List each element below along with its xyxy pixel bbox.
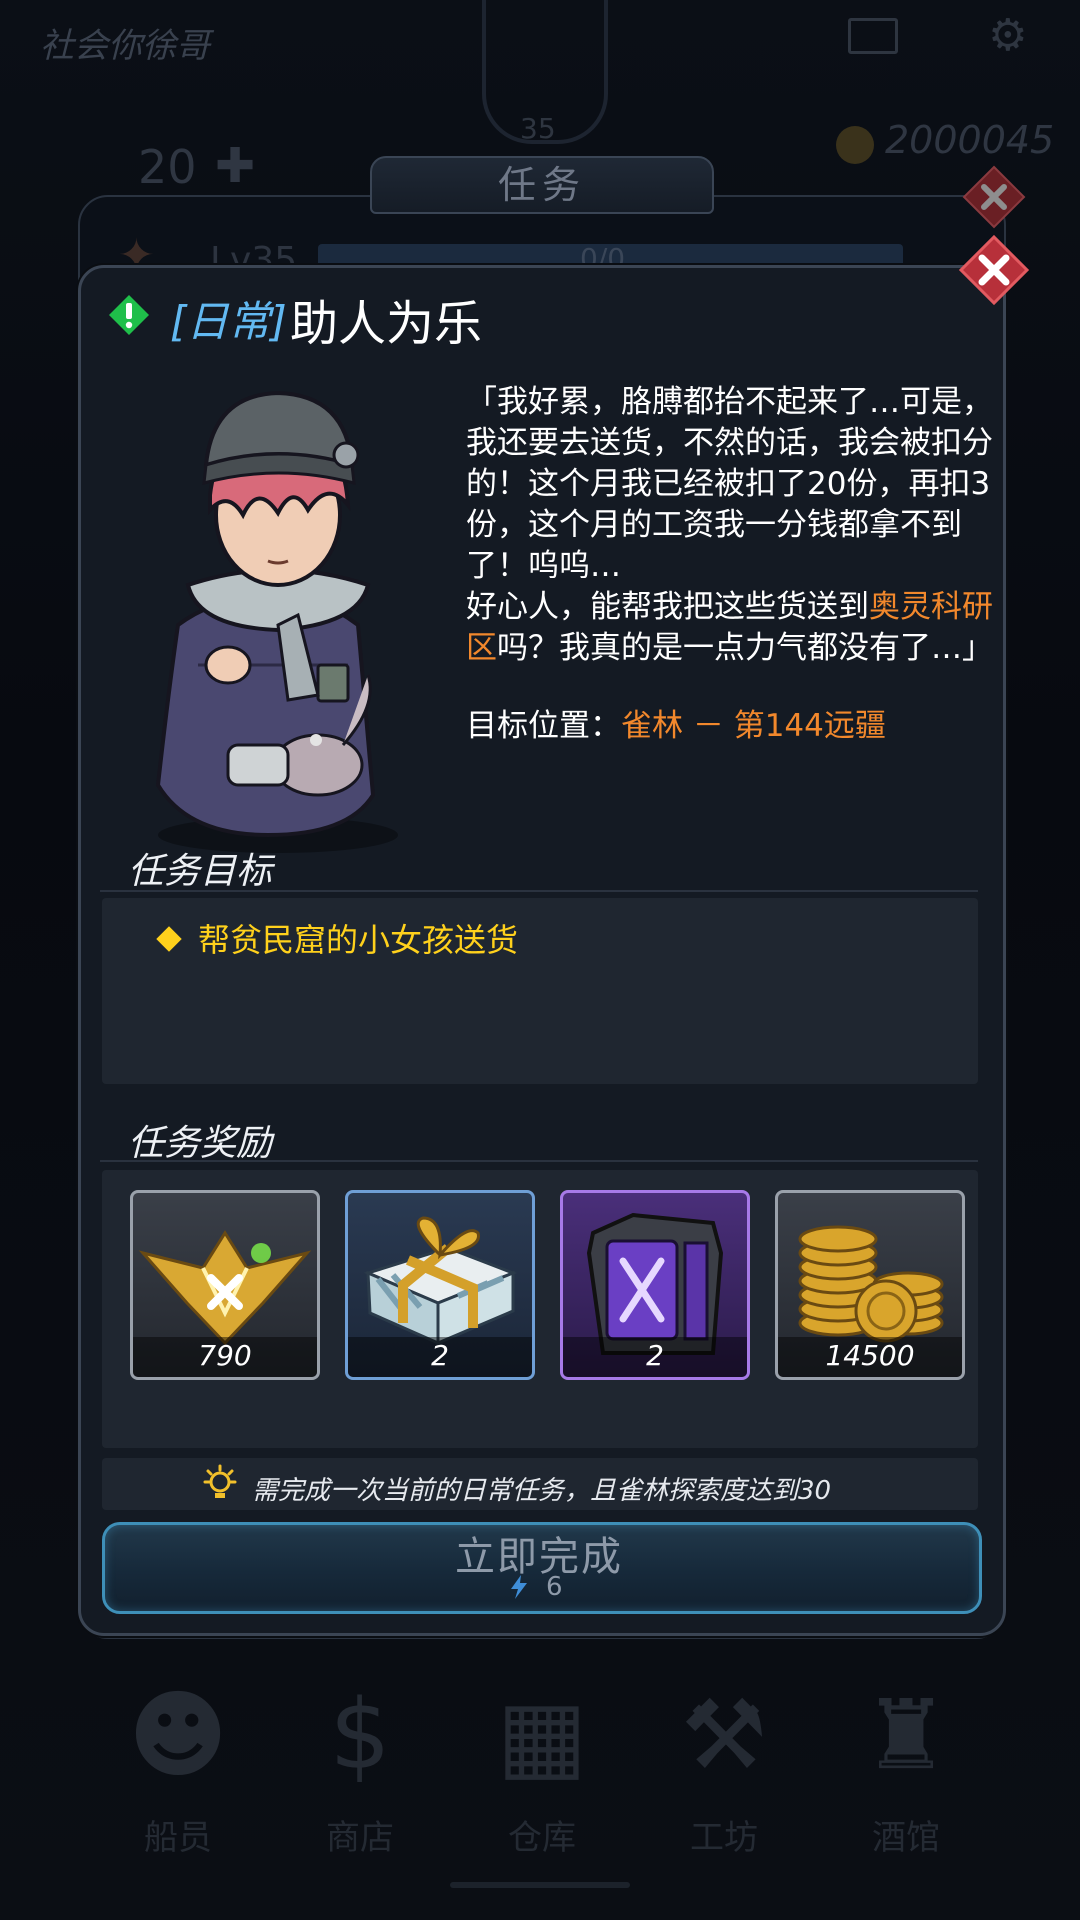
warehouse-icon: ▦ (496, 1679, 588, 1791)
reward-qty: 14500 (778, 1337, 962, 1377)
quest-title: 助人为乐 (290, 296, 483, 352)
target-value: 雀林 － 第144远疆 (621, 708, 886, 744)
workshop-icon: ⚒ (680, 1679, 768, 1791)
coin-icon (836, 126, 874, 164)
divider (100, 1160, 978, 1162)
reward-qty: 2 (563, 1337, 747, 1377)
reward-purple-crate[interactable]: 2 (560, 1190, 750, 1380)
reward-gold-coins[interactable]: 14500 (775, 1190, 965, 1380)
npc-dialogue: 「我好累，胳膊都抬不起来了…可是，我还要去送货，不然的话，我会被扣分的！这个月我… (466, 382, 996, 669)
instant-complete-cost: 6 (546, 1572, 563, 1602)
reward-gift-box[interactable]: 2 (345, 1190, 535, 1380)
crew-icon: ☻ (127, 1679, 229, 1791)
target-label: 目标位置： (466, 708, 621, 744)
instant-complete-label: 立即完成 (455, 1534, 623, 1580)
close-icon[interactable] (958, 234, 1030, 306)
quest-type-tag: [日常] (170, 297, 287, 346)
reward-xp-emblem[interactable]: 790 (130, 1190, 320, 1380)
shop-icon: $ (329, 1679, 391, 1791)
lightbulb-icon (203, 1464, 237, 1498)
goal-item-text: 帮贫民窟的小女孩送货 (198, 921, 519, 959)
badge-level: 35 (520, 112, 556, 145)
home-indicator (450, 1882, 630, 1888)
add-energy-icon[interactable]: ✚ (215, 138, 255, 194)
nav-workshop[interactable]: ⚒ 工坊 (664, 1680, 784, 1859)
quest-tab-title: 任务 (370, 156, 714, 214)
nav-tavern[interactable]: ♜ 酒馆 (846, 1680, 966, 1859)
mail-icon[interactable] (848, 18, 898, 54)
goal-heading: 任务目标 (128, 851, 273, 892)
tavern-icon: ♜ (862, 1679, 950, 1791)
requirement-hint: 需完成一次当前的日常任务，且雀林探索度达到30 (252, 1476, 832, 1506)
nav-crew[interactable]: ☻ 船员 (118, 1680, 238, 1859)
alert-icon (109, 295, 149, 335)
dialogue-line-1: 「我好累，胳膊都抬不起来了…可是，我还要去送货，不然的话，我会被扣分的！这个月我… (466, 384, 993, 584)
reward-qty: 790 (133, 1337, 317, 1377)
npc-portrait (155, 390, 398, 853)
diamond-icon (156, 926, 182, 952)
reward-heading: 任务奖励 (128, 1123, 273, 1164)
goal-item: 帮贫民窟的小女孩送货 (156, 915, 519, 961)
energy-bolt-icon (511, 1575, 527, 1599)
close-icon[interactable] (962, 165, 1026, 229)
reward-qty: 2 (348, 1337, 532, 1377)
nav-warehouse[interactable]: ▦ 仓库 (482, 1680, 602, 1859)
dialogue-line-3: 吗？我真的是一点力气都没有了…」 (497, 630, 993, 666)
target-location: 目标位置：雀林 － 第144远疆 (466, 706, 886, 747)
coin-balance: 2000045 (885, 118, 1055, 162)
energy-value: 20 (138, 140, 197, 194)
gear-icon[interactable]: ⚙ (988, 10, 1027, 61)
player-name: 社会你徐哥 (40, 26, 210, 66)
dialogue-line-2: 好心人，能帮我把这些货送到 (466, 589, 869, 625)
divider (100, 890, 978, 892)
nav-shop[interactable]: $ 商店 (300, 1680, 420, 1859)
